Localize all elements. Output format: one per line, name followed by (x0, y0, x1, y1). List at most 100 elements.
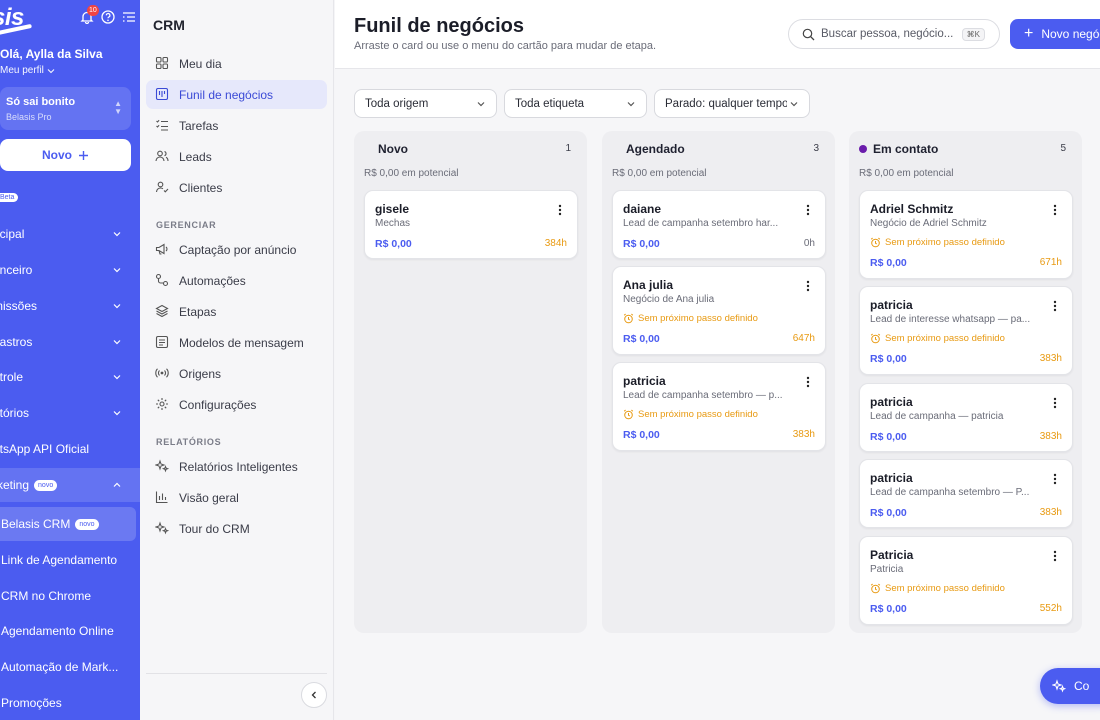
status-dot (859, 145, 867, 153)
column-count: 3 (813, 143, 819, 154)
deal-card[interactable]: daiane Lead de campanha setembro har... … (612, 190, 826, 259)
page-subtitle: Arraste o card ou use o menu do cartão p… (354, 40, 657, 52)
nav-link-agendamento[interactable]: Link de Agendamento (0, 543, 140, 577)
card-value: R$ 0,00 (870, 353, 907, 365)
nav-financeiro[interactable]: anceiro (0, 253, 140, 287)
crm-sidebar: CRM Meu dia Funil de negócios Tarefas Le… (140, 0, 334, 720)
nav-controle[interactable]: ntrole (0, 360, 140, 394)
card-name: patricia (623, 374, 666, 388)
column-potential: R$ 0,00 em potencial (364, 168, 459, 179)
deal-card[interactable]: patricia Lead de campanha — patricia R$ … (859, 383, 1073, 452)
copilot-button[interactable]: Co (1040, 668, 1100, 704)
chevron-down-icon (627, 102, 635, 107)
checklist-icon (156, 119, 168, 131)
deal-card[interactable]: patricia Lead de campanha setembro — p..… (612, 362, 826, 451)
chevron-left-icon (311, 691, 316, 699)
crm-nav-meu-dia[interactable]: Meu dia (146, 49, 327, 78)
chevron-down-icon (113, 232, 121, 237)
crm-nav-captacao[interactable]: Captação por anúncio (146, 235, 327, 264)
company-switcher[interactable]: Só sai bonito Belasis Pro ▲ ▼ (0, 87, 131, 130)
more-vertical-icon[interactable] (1052, 473, 1058, 485)
filter-origin[interactable]: Toda origem (354, 89, 497, 118)
collapse-sidebar-button[interactable] (301, 682, 327, 708)
new-deal-button[interactable]: + Novo negóc (1010, 19, 1100, 49)
company-name: Só sai bonito (6, 96, 76, 108)
deal-card[interactable]: patricia Lead de campanha setembro — P..… (859, 459, 1073, 528)
alarm-clock-icon (623, 313, 634, 324)
nav-belasis-crm[interactable]: Belasis CRM novo (0, 507, 136, 541)
crm-nav-relatorios-inteligentes[interactable]: Relatórios Inteligentes (146, 452, 327, 481)
chevron-down-icon (790, 102, 798, 107)
card-warning: Sem próximo passo definido (870, 333, 1005, 344)
column-em-contato: Em contato 5 R$ 0,00 em potencial Adriel… (849, 131, 1082, 633)
nav-cadastros[interactable]: dastros (0, 325, 140, 359)
nav-whatsapp-api[interactable]: atsApp API Oficial (0, 432, 140, 466)
card-name: gisele (375, 202, 410, 216)
more-vertical-icon[interactable] (1052, 397, 1058, 409)
card-subtitle: Negócio de Adriel Schmitz (870, 218, 987, 229)
column-agendado: Agendado 3 R$ 0,00 em potencial daiane L… (602, 131, 835, 633)
nav-marketing[interactable]: rketing novo (0, 468, 140, 502)
alarm-clock-icon (870, 333, 881, 344)
card-age: 671h (1039, 257, 1062, 268)
card-subtitle: Lead de campanha setembro — P... (870, 487, 1030, 498)
deal-card[interactable]: Patricia Patricia Sem próximo passo defi… (859, 536, 1073, 625)
crm-nav-clientes[interactable]: Clientes (146, 173, 327, 202)
more-vertical-icon[interactable] (1052, 204, 1058, 216)
novo-button[interactable]: Novo (0, 139, 131, 171)
more-vertical-icon[interactable] (1052, 300, 1058, 312)
brand-logo[interactable]: sis (0, 4, 32, 37)
nav-promocoes[interactable]: Promoções (0, 686, 140, 720)
deal-card[interactable]: gisele Mechas R$ 0,00 384h (364, 190, 578, 259)
section-gerenciar: GERENCIAR (156, 220, 217, 230)
column-title: Em contato (873, 142, 939, 156)
crm-nav-automacoes[interactable]: Automações (146, 266, 327, 295)
card-value: R$ 0,00 (623, 429, 660, 441)
crm-nav-etapas[interactable]: Etapas (146, 297, 327, 326)
novo-pill: novo (75, 518, 99, 530)
filter-tag[interactable]: Toda etiqueta (504, 89, 647, 118)
alarm-clock-icon (870, 583, 881, 594)
card-name: patricia (870, 471, 913, 485)
help-icon[interactable] (101, 10, 115, 24)
crm-nav-leads[interactable]: Leads (146, 142, 327, 171)
layers-icon (155, 304, 169, 318)
search-input[interactable]: Buscar pessoa, negócio... ⌘K (788, 19, 1000, 49)
card-subtitle: Lead de interesse whatsapp — pa... (870, 314, 1031, 325)
deal-card[interactable]: Adriel Schmitz Negócio de Adriel Schmitz… (859, 190, 1073, 279)
nav-agendamento-online[interactable]: Agendamento Online (0, 614, 140, 648)
nav-relatorios[interactable]: atórios (0, 396, 140, 430)
grid-icon (155, 56, 169, 70)
more-vertical-icon[interactable] (805, 204, 811, 216)
crm-nav-funil[interactable]: Funil de negócios (146, 80, 327, 109)
nav-crm-chrome[interactable]: CRM no Chrome (0, 579, 140, 613)
nav-comissoes[interactable]: missões (0, 289, 140, 323)
more-vertical-icon[interactable] (557, 204, 563, 216)
sparkles-icon (155, 459, 169, 473)
profile-link[interactable]: Meu perfil (0, 65, 55, 76)
more-vertical-icon[interactable] (805, 376, 811, 388)
user-check-icon (155, 181, 169, 193)
users-icon (155, 150, 169, 162)
more-vertical-icon[interactable] (805, 280, 811, 292)
card-subtitle: Negócio de Ana julia (623, 294, 715, 305)
crm-nav-configuracoes[interactable]: Configurações (146, 390, 327, 419)
crm-nav-tarefas[interactable]: Tarefas (146, 111, 327, 140)
crm-nav-modelos[interactable]: Modelos de mensagem (146, 328, 327, 357)
card-value: R$ 0,00 (870, 603, 907, 615)
search-shortcut: ⌘K (961, 28, 985, 41)
crm-nav-origens[interactable]: Origens (146, 359, 327, 388)
menu-list-icon[interactable] (122, 10, 136, 24)
card-value: R$ 0,00 (623, 238, 660, 250)
bell-icon[interactable]: 10 (80, 5, 99, 25)
deal-card[interactable]: patricia Lead de interesse whatsapp — pa… (859, 286, 1073, 375)
chevron-up-icon (113, 482, 121, 487)
crm-nav-tour[interactable]: Tour do CRM (146, 514, 327, 543)
deal-card[interactable]: Ana julia Negócio de Ana julia Sem próxi… (612, 266, 826, 355)
filter-stale[interactable]: Parado: qualquer tempo (654, 89, 810, 118)
more-vertical-icon[interactable] (1052, 550, 1058, 562)
card-subtitle: Lead de campanha setembro — p... (623, 390, 783, 401)
nav-principal[interactable]: ncipal (0, 217, 140, 251)
nav-automacao-marketing[interactable]: Automação de Mark... (0, 650, 140, 684)
crm-nav-visao-geral[interactable]: Visão geral (146, 483, 327, 512)
